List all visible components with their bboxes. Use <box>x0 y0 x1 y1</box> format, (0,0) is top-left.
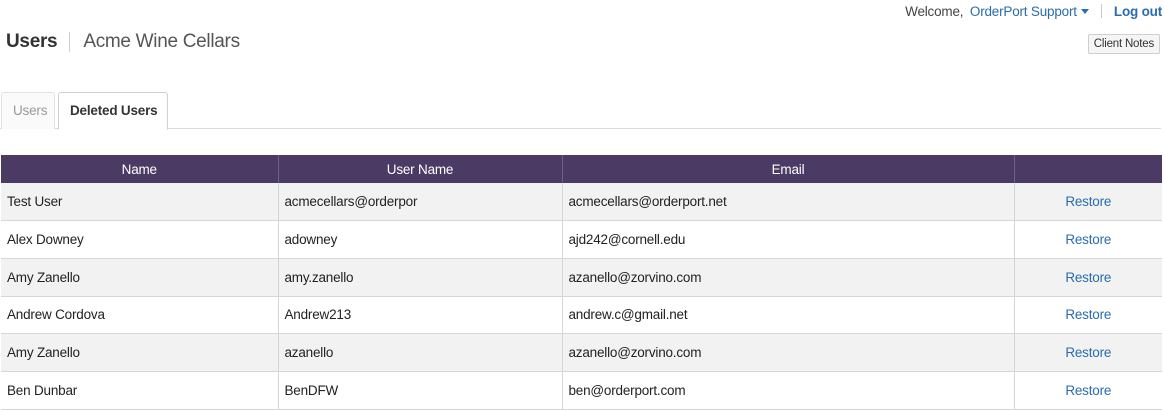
user-menu-label: OrderPort Support <box>969 4 1077 19</box>
account-bar: Welcome, OrderPort Support Log out <box>905 4 1162 19</box>
column-header-action <box>1014 155 1162 183</box>
welcome-text: Welcome, <box>905 4 964 19</box>
cell-name: Test User <box>1 183 279 222</box>
table-row: Alex Downey adowney ajd242@cornell.edu R… <box>1 220 1162 259</box>
cell-email: andrew.c@gmail.net <box>562 296 1015 335</box>
cell-username: azanello <box>278 333 563 372</box>
client-notes-button[interactable]: Client Notes <box>1087 34 1160 54</box>
logout-link[interactable]: Log out <box>1114 4 1162 19</box>
title-divider <box>69 32 71 52</box>
restore-link[interactable]: Restore <box>1065 345 1111 360</box>
table-row: Amy Zanello azanello azanello@zorvino.co… <box>1 333 1162 372</box>
column-header-name[interactable]: Name <box>1 155 279 183</box>
cell-action: Restore <box>1014 371 1162 410</box>
restore-link[interactable]: Restore <box>1065 232 1111 247</box>
table-row: Test User acmecellars@orderpor acmecella… <box>1 183 1162 222</box>
cell-email: azanello@zorvino.com <box>562 258 1015 297</box>
cell-action: Restore <box>1014 220 1162 259</box>
cell-username: BenDFW <box>278 371 563 410</box>
caret-down-icon <box>1080 9 1089 14</box>
separator <box>1101 4 1103 18</box>
cell-username: adowney <box>278 220 563 259</box>
table-row: Amy Zanello amy.zanello azanello@zorvino… <box>1 258 1162 297</box>
cell-username: acmecellars@orderpor <box>278 183 563 222</box>
tab-bar: Users Deleted Users <box>0 92 1161 130</box>
tab-users[interactable]: Users <box>1 92 55 129</box>
page-title: Users <box>6 31 58 52</box>
restore-link[interactable]: Restore <box>1065 270 1111 285</box>
user-menu-dropdown[interactable]: OrderPort Support <box>970 4 1089 19</box>
cell-name: Alex Downey <box>1 220 279 259</box>
cell-name: Amy Zanello <box>1 258 279 297</box>
cell-action: Restore <box>1014 296 1162 335</box>
table-row: Ben Dunbar BenDFW ben@orderport.com Rest… <box>1 371 1162 410</box>
column-header-email[interactable]: Email <box>562 155 1015 183</box>
restore-link[interactable]: Restore <box>1065 194 1111 209</box>
table-header-row: Name User Name Email <box>1 155 1162 183</box>
restore-link[interactable]: Restore <box>1065 307 1111 322</box>
cell-email: ben@orderport.com <box>562 371 1015 410</box>
page-header: Users Acme Wine Cellars <box>6 31 240 53</box>
cell-action: Restore <box>1014 183 1162 222</box>
cell-name: Andrew Cordova <box>1 296 279 335</box>
column-header-username[interactable]: User Name <box>278 155 563 183</box>
cell-name: Ben Dunbar <box>1 371 279 410</box>
cell-username: Andrew213 <box>278 296 563 335</box>
cell-email: acmecellars@orderport.net <box>562 183 1015 222</box>
cell-name: Amy Zanello <box>1 333 279 372</box>
cell-email: ajd242@cornell.edu <box>562 220 1015 259</box>
client-name: Acme Wine Cellars <box>83 31 240 52</box>
tab-deleted-users[interactable]: Deleted Users <box>58 92 168 130</box>
cell-action: Restore <box>1014 258 1162 297</box>
cell-username: amy.zanello <box>278 258 563 297</box>
table-row: Andrew Cordova Andrew213 andrew.c@gmail.… <box>1 296 1162 335</box>
restore-link[interactable]: Restore <box>1065 383 1111 398</box>
deleted-users-table: Name User Name Email Test User acmecella… <box>1 155 1162 410</box>
cell-action: Restore <box>1014 333 1162 372</box>
cell-email: azanello@zorvino.com <box>562 333 1015 372</box>
